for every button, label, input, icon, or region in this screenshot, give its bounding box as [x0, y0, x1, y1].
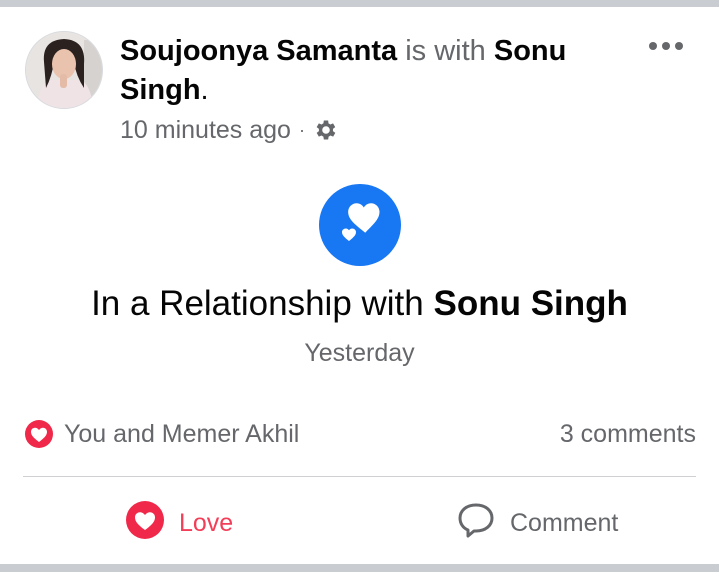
comments-count-link[interactable]: 3 comments — [560, 416, 696, 452]
post-timestamp[interactable]: 10 minutes ago — [120, 116, 291, 145]
with-text: is with — [405, 35, 486, 67]
life-event-title: In a Relationship with Sonu Singh — [0, 280, 719, 328]
hearts-icon — [319, 184, 401, 266]
love-icon — [125, 500, 165, 547]
reactors-text: You and Memer Akhil — [64, 419, 300, 448]
comment-icon — [456, 500, 496, 547]
post-meta: 10 minutes ago · — [120, 114, 339, 146]
avatar-photo-icon — [26, 32, 102, 108]
more-dots-icon[interactable] — [646, 34, 686, 58]
reactions-summary[interactable]: You and Memer Akhil — [23, 416, 299, 452]
top-separator-bar — [0, 0, 719, 7]
life-event-date: Yesterday — [304, 339, 415, 367]
love-reaction-icon — [23, 418, 55, 450]
love-button[interactable]: Love — [125, 500, 233, 546]
avatar[interactable] — [25, 31, 103, 109]
bottom-separator-bar — [0, 564, 719, 572]
life-event-prefix: In a Relationship with — [91, 284, 424, 323]
comment-button[interactable]: Comment — [456, 500, 618, 546]
meta-separator: · — [298, 119, 305, 140]
life-event-partner-link[interactable]: Sonu Singh — [434, 284, 628, 323]
comment-button-label: Comment — [510, 508, 619, 537]
love-button-label: Love — [179, 508, 234, 537]
post-header: Soujoonya Samanta is with Sonu Singh. — [120, 32, 620, 110]
end-punctuation: . — [200, 74, 209, 106]
author-name-link[interactable]: Soujoonya Samanta — [120, 35, 397, 67]
gear-icon[interactable] — [313, 117, 339, 143]
divider — [23, 476, 696, 477]
